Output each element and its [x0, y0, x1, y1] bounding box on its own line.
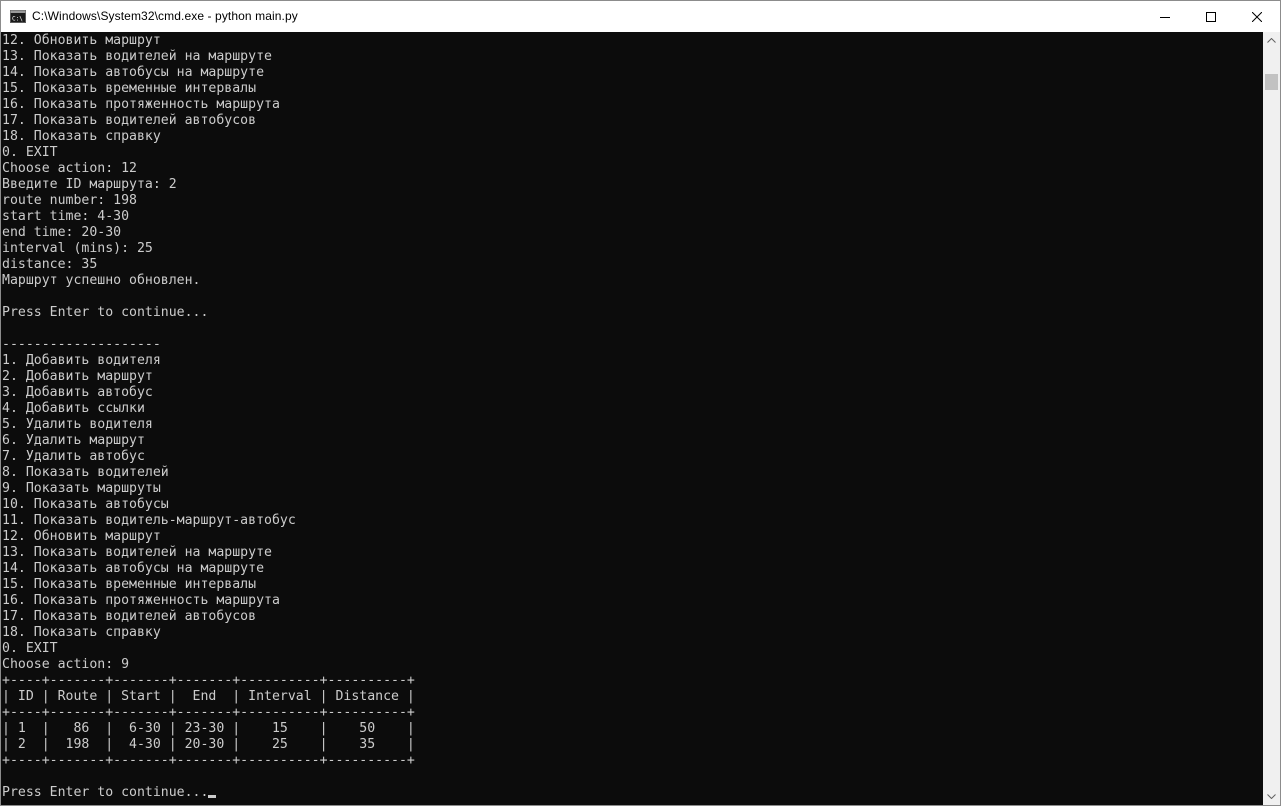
- cmd-icon[interactable]: C:\: [10, 10, 26, 23]
- console-line: 6. Удалить маршрут: [2, 433, 145, 448]
- console-line: 11. Показать водитель-маршрут-автобус: [2, 513, 296, 528]
- console-line: end time: 20-30: [2, 225, 122, 240]
- console-line: 0. EXIT: [2, 641, 58, 656]
- console-line: Press Enter to continue...: [2, 305, 209, 320]
- scroll-up-button[interactable]: [1263, 32, 1280, 49]
- scrollbar-thumb[interactable]: [1265, 74, 1278, 90]
- console-line: 0. EXIT: [2, 145, 58, 160]
- console-line: 15. Показать временные интервалы: [2, 81, 257, 96]
- minimize-button[interactable]: [1142, 1, 1188, 32]
- console-line: Маршрут успешно обновлен.: [2, 273, 201, 288]
- console-line: 12. Обновить маршрут: [2, 33, 161, 48]
- console-line: 17. Показать водителей автобусов: [2, 609, 257, 624]
- minimize-icon: [1160, 16, 1170, 18]
- console-text[interactable]: 12. Обновить маршрут 13. Показать водите…: [2, 33, 415, 801]
- console-line: 1. Добавить водителя: [2, 353, 161, 368]
- close-icon: [1252, 11, 1262, 22]
- console-line: 10. Показать автобусы: [2, 497, 169, 512]
- console-line: 16. Показать протяженность маршрута: [2, 97, 280, 112]
- text-cursor: [208, 795, 217, 798]
- cmd-window: C:\ C:\Windows\System32\cmd.exe - python…: [0, 0, 1281, 806]
- console-line: route number: 198: [2, 193, 137, 208]
- maximize-icon: [1206, 11, 1216, 22]
- console-line: 7. Удалить автобус: [2, 449, 145, 464]
- vertical-scrollbar[interactable]: [1263, 32, 1280, 805]
- console-line: +----+-------+-------+-------+----------…: [2, 673, 415, 688]
- console-line: 13. Показать водителей на маршруте: [2, 545, 272, 560]
- console-line: 15. Показать временные интервалы: [2, 577, 257, 592]
- window-title: C:\Windows\System32\cmd.exe - python mai…: [32, 9, 298, 23]
- console-line: | 2 | 198 | 4-30 | 20-30 | 25 | 35 |: [2, 737, 415, 752]
- console-output-area[interactable]: 12. Обновить маршрут 13. Показать водите…: [1, 32, 1263, 805]
- console-line: --------------------: [2, 337, 161, 352]
- console-line: start time: 4-30: [2, 209, 130, 224]
- scroll-down-arrow-icon: [1267, 794, 1276, 799]
- title-bar[interactable]: C:\ C:\Windows\System32\cmd.exe - python…: [1, 1, 1280, 32]
- console-line: | 1 | 86 | 6-30 | 23-30 | 15 | 50 |: [2, 721, 415, 736]
- console-line: 8. Показать водителей: [2, 465, 169, 480]
- maximize-button[interactable]: [1188, 1, 1234, 32]
- scroll-down-button[interactable]: [1263, 788, 1280, 805]
- console-line: | ID | Route | Start | End | Interval | …: [2, 689, 415, 704]
- console-line: 4. Добавить ссылки: [2, 401, 145, 416]
- console-line: 3. Добавить автобус: [2, 385, 153, 400]
- console-line: interval (mins): 25: [2, 241, 153, 256]
- scroll-up-arrow-icon: [1267, 38, 1276, 43]
- console-line: 14. Показать автобусы на маршруте: [2, 65, 265, 80]
- svg-text:C:\: C:\: [12, 16, 23, 23]
- console-line: 13. Показать водителей на маршруте: [2, 49, 272, 64]
- console-line: 17. Показать водителей автобусов: [2, 113, 257, 128]
- console-line: 14. Показать автобусы на маршруте: [2, 561, 265, 576]
- console-line: 5. Удалить водителя: [2, 417, 153, 432]
- console-line: 18. Показать справку: [2, 625, 161, 640]
- close-button[interactable]: [1234, 1, 1280, 32]
- console-line: 9. Показать маршруты: [2, 481, 161, 496]
- console-line: Press Enter to continue...: [2, 785, 209, 800]
- console-line: 12. Обновить маршрут: [2, 529, 161, 544]
- console-line: 18. Показать справку: [2, 129, 161, 144]
- console-line: +----+-------+-------+-------+----------…: [2, 753, 415, 768]
- console-line: +----+-------+-------+-------+----------…: [2, 705, 415, 720]
- console-line: 2. Добавить маршрут: [2, 369, 153, 384]
- console-line: Choose action: 9: [2, 657, 130, 672]
- console-line: 16. Показать протяженность маршрута: [2, 593, 280, 608]
- console-line: Введите ID маршрута: 2: [2, 177, 177, 192]
- console-line: distance: 35: [2, 257, 98, 272]
- console-line: Choose action: 12: [2, 161, 137, 176]
